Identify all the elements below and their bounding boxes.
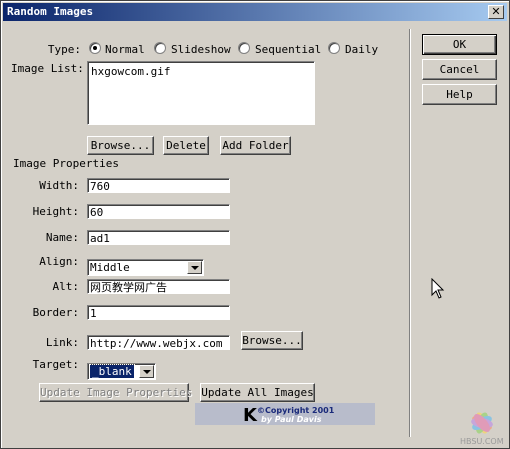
random-images-dialog: Random Images ✕ Type: Normal Slideshow S… [0,0,510,449]
target-select[interactable]: _blank [87,363,156,380]
name-input[interactable]: ad1 [87,230,230,245]
border-label: Border: [32,306,79,319]
copyright-logo: K ©Copyright 2001 by Paul Davis [195,403,375,426]
type-normal-radio[interactable] [89,42,101,54]
chevron-down-icon[interactable] [187,261,202,274]
width-label: Width: [39,179,79,192]
logo-letter: K [243,405,257,426]
type-daily-radio[interactable] [328,42,340,54]
add-folder-button[interactable]: Add Folder [220,136,291,155]
link-input[interactable]: http://www.webjx.com [87,335,230,350]
align-select[interactable]: Middle [87,259,204,276]
image-list-item[interactable]: hxgowcom.gif [91,65,311,78]
image-list-label: Image List: [11,62,84,75]
type-normal-label: Normal [105,43,145,56]
vertical-divider [409,29,410,437]
copyright-text: ©Copyright 2001 [257,406,335,415]
name-label: Name: [45,231,79,244]
image-list-box[interactable]: hxgowcom.gif [87,61,315,125]
update-image-properties-button: Update Image Properties [39,383,192,402]
watermark-text: HBSU.COM [460,437,504,446]
author-text: by Paul Davis [261,415,322,424]
delete-image-button[interactable]: Delete [163,136,209,155]
align-label: Align: [39,255,79,268]
align-value: Middle [90,261,130,274]
mouse-cursor-icon [431,278,445,299]
alt-label: Alt: [52,280,80,293]
title-bar: Random Images ✕ [3,3,507,21]
cancel-button[interactable]: Cancel [422,59,497,80]
update-all-images-button[interactable]: Update All Images [200,383,315,402]
help-button[interactable]: Help [422,84,497,105]
window-title: Random Images [7,5,94,18]
alt-input[interactable]: 网页教学网广告 [87,279,230,294]
type-label: Type: [47,43,81,56]
border-input[interactable]: 1 [87,305,230,320]
image-properties-heading: Image Properties [13,157,119,170]
type-daily-label: Daily [345,43,379,56]
link-label: Link: [45,336,79,349]
height-input[interactable]: 60 [87,204,230,219]
target-value: _blank [89,364,135,379]
width-input[interactable]: 760 [87,178,230,193]
target-label: Target: [32,358,79,371]
type-sequential-radio[interactable] [238,42,250,54]
chevron-down-icon[interactable] [139,365,154,378]
close-icon[interactable]: ✕ [488,5,504,19]
ok-button[interactable]: OK [422,34,497,55]
type-slideshow-label: Slideshow [171,43,231,56]
type-sequential-label: Sequential [255,43,322,56]
height-label: Height: [32,205,79,218]
browse-image-button[interactable]: Browse... [87,136,154,155]
type-slideshow-radio[interactable] [154,42,166,54]
browse-link-button[interactable]: Browse... [241,331,303,350]
